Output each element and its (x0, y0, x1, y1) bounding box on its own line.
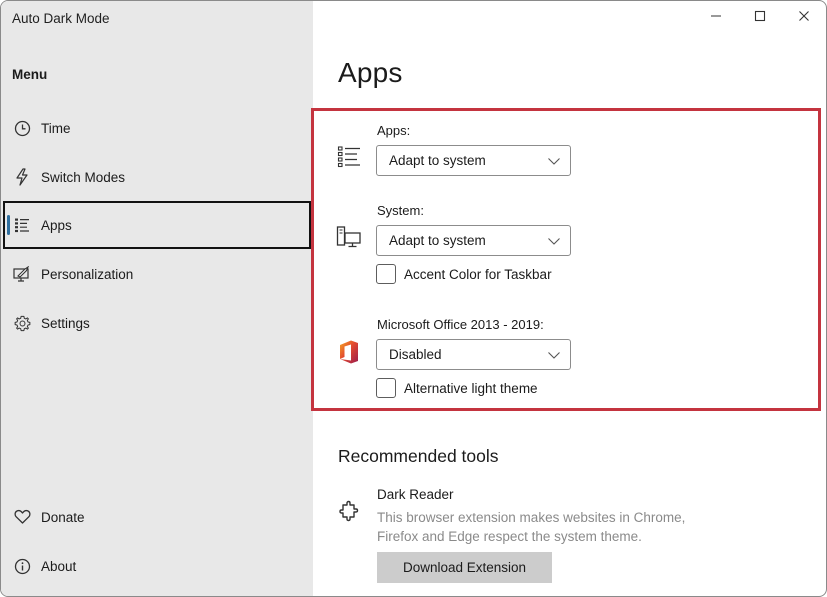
sidebar-item-donate[interactable]: Donate (3, 493, 311, 541)
apps-label: Apps: (377, 123, 411, 138)
alternative-light-theme-checkbox[interactable]: Alternative light theme (376, 378, 538, 398)
chevron-down-icon (548, 352, 560, 359)
apps-theme-select[interactable]: Adapt to system (376, 145, 571, 176)
sidebar-item-apps[interactable]: Apps (3, 201, 311, 249)
apps-theme-value: Adapt to system (389, 153, 486, 168)
office-icon (336, 339, 362, 365)
recommended-tools-heading: Recommended tools (338, 446, 499, 466)
minimize-button[interactable] (694, 1, 738, 35)
menu-heading: Menu (12, 67, 48, 82)
app-title: Auto Dark Mode (12, 11, 110, 26)
list-icon (13, 216, 31, 234)
close-icon (798, 9, 810, 27)
chevron-down-icon (548, 238, 560, 245)
sidebar: Auto Dark Mode Menu Time Switch Modes Ap… (1, 1, 313, 596)
checkbox-label: Accent Color for Taskbar (404, 266, 552, 282)
list-icon (336, 144, 362, 170)
system-label: System: (377, 203, 424, 218)
office-theme-select[interactable]: Disabled (376, 339, 571, 370)
minimize-icon (710, 9, 722, 27)
maximize-button[interactable] (738, 1, 782, 35)
download-extension-button[interactable]: Download Extension (377, 552, 552, 583)
accent-color-taskbar-checkbox[interactable]: Accent Color for Taskbar (376, 264, 552, 284)
chevron-down-icon (548, 158, 560, 165)
desktop-icon (336, 224, 362, 250)
selection-indicator (7, 215, 10, 235)
sidebar-item-switch-modes[interactable]: Switch Modes (3, 153, 311, 201)
personalization-icon (13, 265, 31, 283)
sidebar-item-time[interactable]: Time (3, 104, 311, 152)
sidebar-item-personalization[interactable]: Personalization (3, 250, 311, 298)
gear-icon (13, 314, 31, 332)
clock-icon (13, 119, 31, 137)
sidebar-item-label: Switch Modes (41, 169, 126, 185)
office-theme-value: Disabled (389, 347, 442, 362)
info-icon (13, 557, 31, 575)
checkbox-box[interactable] (376, 378, 396, 398)
tool-name: Dark Reader (377, 487, 454, 502)
page-title: Apps (338, 57, 403, 88)
sidebar-item-label: Settings (41, 315, 90, 331)
sidebar-item-label: Time (41, 120, 71, 136)
tool-description: This browser extension makes websites in… (377, 510, 686, 544)
system-theme-select[interactable]: Adapt to system (376, 225, 571, 256)
checkbox-box[interactable] (376, 264, 396, 284)
lightning-icon (13, 168, 31, 186)
puzzle-icon (338, 500, 362, 524)
checkbox-label: Alternative light theme (404, 380, 538, 396)
heart-icon (13, 508, 31, 526)
close-button[interactable] (782, 1, 826, 35)
maximize-icon (754, 9, 766, 27)
sidebar-item-label: Donate (41, 509, 85, 525)
sidebar-item-label: Personalization (41, 266, 134, 282)
office-label: Microsoft Office 2013 - 2019: (377, 317, 544, 332)
app-window: Auto Dark Mode Menu Time Switch Modes Ap… (0, 0, 827, 597)
system-theme-value: Adapt to system (389, 233, 486, 248)
sidebar-item-about[interactable]: About (3, 542, 311, 590)
sidebar-item-label: About (41, 558, 77, 574)
sidebar-item-settings[interactable]: Settings (3, 299, 311, 347)
sidebar-item-label: Apps (41, 217, 72, 233)
